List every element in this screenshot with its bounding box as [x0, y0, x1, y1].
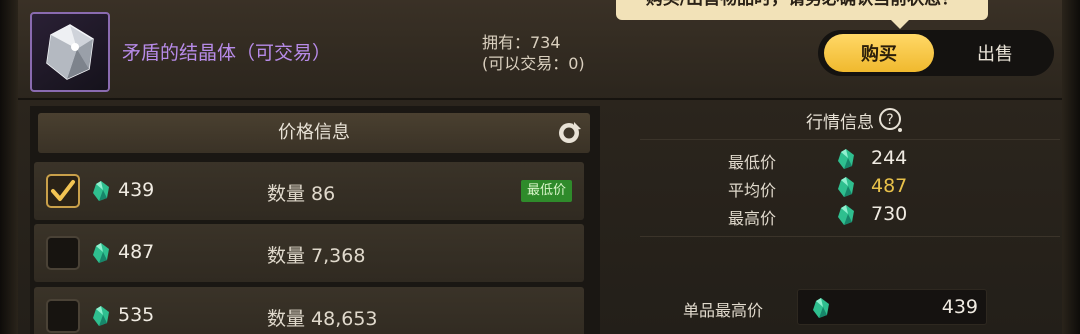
green-gem-icon [838, 205, 854, 225]
green-gem-icon [838, 149, 854, 169]
unit-max-price-label: 单品最高价 [683, 301, 764, 320]
green-gem-icon [93, 306, 109, 326]
row-checkbox[interactable] [46, 236, 80, 270]
unit-max-price-value: 439 [941, 296, 978, 318]
market-info-divider-bottom [640, 236, 1060, 237]
refresh-icon[interactable] [556, 120, 582, 146]
row-price: 535 [118, 304, 155, 326]
frame-left [0, 0, 18, 334]
avg-price-value: 487 [871, 175, 908, 197]
lowest-price-badge: 最低价 [521, 180, 573, 202]
frame-right [1062, 0, 1080, 334]
price-row[interactable]: 439 数量 86 最低价 [34, 162, 584, 220]
sell-tab[interactable]: 出售 [942, 34, 1048, 72]
owned-count: 拥有：734 [482, 33, 561, 52]
green-gem-icon [93, 181, 109, 201]
min-price-value: 244 [871, 147, 908, 169]
crystal-item-icon[interactable] [30, 12, 110, 92]
green-gem-icon [93, 243, 109, 263]
avg-price-label: 平均价 [728, 181, 777, 200]
row-price: 487 [118, 241, 155, 263]
price-list-title: 价格信息 [278, 122, 350, 143]
buy-sell-toggle: 购买 出售 [818, 30, 1054, 76]
trade-panel: 矛盾的结晶体（可交易） 拥有：734 (可以交易：0) 购买/出售物品时，请务必… [0, 0, 1080, 334]
market-info-title: 行情信息 [806, 113, 874, 133]
row-checkbox[interactable] [46, 174, 80, 208]
price-row[interactable]: 487 数量 7,368 [34, 224, 584, 282]
green-gem-icon [813, 298, 829, 318]
min-price-label: 最低价 [728, 153, 777, 172]
svg-text:?: ? [886, 112, 893, 128]
tradable-count: (可以交易：0) [482, 54, 585, 73]
owned-count-block: 拥有：734 (可以交易：0) [482, 32, 585, 74]
market-info-divider [640, 139, 1060, 140]
row-quantity: 数量 7,368 [267, 245, 366, 267]
row-quantity: 数量 86 [267, 183, 336, 205]
row-price: 439 [118, 179, 155, 201]
tooltip-tail [890, 19, 910, 29]
status-tooltip: 购买/出售物品时，请务必确认当前状态！ [616, 0, 988, 20]
price-list-header: 价格信息 [38, 113, 590, 153]
item-name: 矛盾的结晶体（可交易） [122, 42, 332, 64]
unit-max-price-input[interactable]: 439 [797, 289, 987, 325]
price-row[interactable]: 535 数量 48,653 [34, 287, 584, 334]
help-icon[interactable]: ? [878, 107, 904, 133]
checkmark-icon [51, 180, 75, 201]
header-divider [18, 98, 1062, 100]
buy-tab[interactable]: 购买 [824, 34, 934, 72]
max-price-label: 最高价 [728, 209, 777, 228]
row-checkbox[interactable] [46, 299, 80, 333]
tooltip-text: 购买/出售物品时，请务必确认当前状态！ [646, 0, 958, 9]
max-price-value: 730 [871, 203, 908, 225]
green-gem-icon [838, 177, 854, 197]
row-quantity: 数量 48,653 [267, 308, 378, 330]
